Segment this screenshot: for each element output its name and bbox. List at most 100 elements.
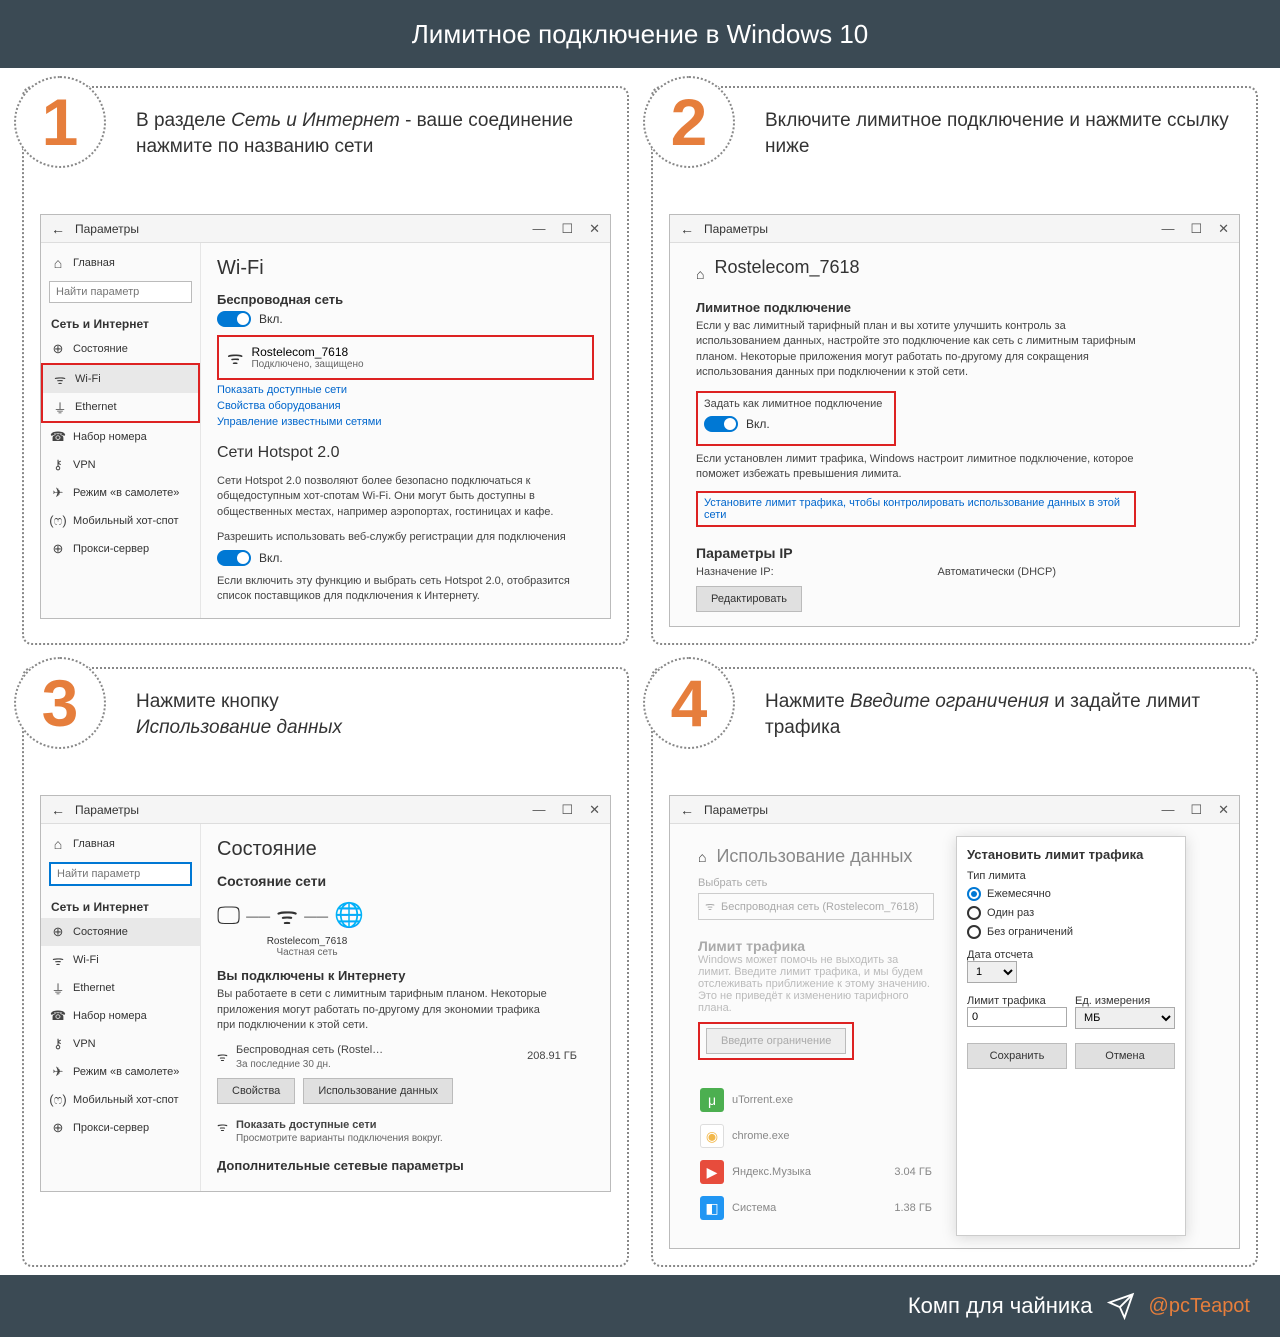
sidebar-item-status[interactable]: ⊕Состояние xyxy=(41,335,200,363)
app-icon: ▶ xyxy=(700,1160,724,1184)
enter-limit-button[interactable]: Введите ограничение xyxy=(706,1028,846,1054)
hotspot-toggle[interactable]: Вкл. xyxy=(217,550,594,566)
radio-icon xyxy=(967,906,981,920)
settings-sidebar: Главная Сеть и Интернет ⊕Состояние ᯤWi-F… xyxy=(41,243,201,618)
back-icon[interactable]: ← xyxy=(680,221,694,237)
sidebar-item-proxy[interactable]: ⊕Прокси-сервер xyxy=(41,1114,200,1142)
sidebar-search[interactable] xyxy=(49,281,192,303)
maximize-button[interactable]: ☐ xyxy=(561,802,573,818)
wifi-network-entry[interactable]: ᯤ Rostelecom_7618 Подключено, защищено xyxy=(225,341,586,374)
metered-toggle[interactable]: Вкл. xyxy=(704,416,888,432)
page-heading: Состояние xyxy=(217,838,594,861)
app-icon: μ xyxy=(700,1088,724,1112)
link-set-data-limit[interactable]: Установите лимит трафика, чтобы контроли… xyxy=(704,497,1128,521)
minimize-button[interactable]: — xyxy=(1161,802,1174,818)
search-input[interactable] xyxy=(49,862,192,886)
unit-select[interactable]: МБ xyxy=(1075,1007,1175,1029)
search-input[interactable] xyxy=(49,281,192,303)
step-1-desc: В разделе Сеть и Интернет - ваше соедине… xyxy=(136,108,611,184)
highlight-metered-toggle: Задать как лимитное подключение Вкл. xyxy=(696,391,896,446)
minimize-button[interactable]: — xyxy=(532,221,545,237)
cancel-button[interactable]: Отмена xyxy=(1075,1043,1175,1069)
dialup-icon: ☎ xyxy=(51,430,65,444)
link-manage-networks[interactable]: Управление известными сетями xyxy=(217,416,594,428)
back-icon[interactable]: ← xyxy=(680,802,694,818)
sidebar-item-wifi[interactable]: ᯤWi-Fi xyxy=(43,365,198,393)
maximize-button[interactable]: ☐ xyxy=(1190,802,1202,818)
sidebar-item-vpn[interactable]: ⚷VPN xyxy=(41,451,200,479)
radio-monthly[interactable]: Ежемесячно xyxy=(967,887,1175,901)
vpn-icon: ⚷ xyxy=(51,1037,65,1051)
sidebar-item-dialup[interactable]: ☎Набор номера xyxy=(41,1002,200,1030)
wifi-toggle[interactable]: Вкл. xyxy=(217,311,594,327)
edit-button[interactable]: Редактировать xyxy=(696,586,802,612)
window-step3: ← Параметры — ☐ ✕ Главная xyxy=(40,795,611,1192)
set-limit-dialog: Установить лимит трафика Тип лимита Ежем… xyxy=(956,836,1186,1236)
content-status: Состояние Состояние сети 🖵 —— ᯤ —— 🌐 Ros… xyxy=(201,824,610,1191)
home-icon xyxy=(698,849,706,865)
sidebar-item-hotspot[interactable]: (ෆ)Мобильный хот-спот xyxy=(41,507,200,535)
maximize-button[interactable]: ☐ xyxy=(1190,221,1202,237)
titlebar: ← Параметры — ☐ ✕ xyxy=(670,215,1239,243)
data-usage-button[interactable]: Использование данных xyxy=(303,1078,453,1104)
app-icon: ◧ xyxy=(700,1196,724,1220)
close-button[interactable]: ✕ xyxy=(589,221,600,237)
radio-icon xyxy=(967,887,981,901)
sidebar-search[interactable] xyxy=(49,862,192,886)
maximize-button[interactable]: ☐ xyxy=(561,221,573,237)
titlebar: ← Параметры — ☐ ✕ xyxy=(670,796,1239,824)
sidebar-item-proxy[interactable]: ⊕Прокси-сервер xyxy=(41,535,200,563)
hotspot-icon: (ෆ) xyxy=(51,514,65,528)
step-3: 3 Нажмите кнопку Использование данных ← … xyxy=(22,667,629,1267)
wifi-icon: ᯤ xyxy=(53,372,67,386)
radio-unlimited[interactable]: Без ограничений xyxy=(967,925,1175,939)
app-row: ◧Система 1.38 ГБ xyxy=(698,1190,934,1226)
data-usage-panel: Использование данных Выбрать сеть ᯤ Бесп… xyxy=(686,836,946,1236)
content-metered: Rostelecom_7618 Лимитное подключение Есл… xyxy=(670,243,1239,626)
sidebar-item-vpn[interactable]: ⚷VPN xyxy=(41,1030,200,1058)
step-number-badge: 2 xyxy=(643,76,735,168)
limit-input[interactable] xyxy=(967,1007,1067,1027)
metered-desc: Если у вас лимитный тарифный план и вы х… xyxy=(696,319,1136,381)
back-icon[interactable]: ← xyxy=(51,802,65,818)
network-selector[interactable]: ᯤ Беспроводная сеть (Rostelecom_7618) xyxy=(698,893,934,920)
minimize-button[interactable]: — xyxy=(1161,221,1174,237)
minimize-button[interactable]: — xyxy=(532,802,545,818)
sidebar-item-ethernet[interactable]: ⏚Ethernet xyxy=(43,393,198,421)
sidebar-item-wifi[interactable]: ᯤWi-Fi xyxy=(41,946,200,974)
wifi-signal-icon: ᯤ xyxy=(227,346,243,370)
back-icon[interactable]: ← xyxy=(51,221,65,237)
close-button[interactable]: ✕ xyxy=(1218,221,1229,237)
link-show-networks[interactable]: Показать доступные сети xyxy=(236,1118,443,1133)
wifi-signal-icon: ᯤ xyxy=(217,1048,228,1065)
dialog-title: Установить лимит трафика xyxy=(967,847,1175,862)
radio-once[interactable]: Один раз xyxy=(967,906,1175,920)
ip-assign-value: Автоматически (DHCP) xyxy=(938,565,1056,580)
telegram-handle[interactable]: @pcTeapot xyxy=(1149,1295,1250,1318)
vpn-icon: ⚷ xyxy=(51,458,65,472)
properties-button[interactable]: Свойства xyxy=(217,1078,295,1104)
link-show-networks[interactable]: Показать доступные сети xyxy=(217,384,594,396)
save-button[interactable]: Сохранить xyxy=(967,1043,1067,1069)
close-button[interactable]: ✕ xyxy=(589,802,600,818)
sidebar-item-airplane[interactable]: ✈Режим «в самолете» xyxy=(41,1058,200,1086)
sidebar-item-dialup[interactable]: ☎Набор номера xyxy=(41,423,200,451)
sidebar-item-status[interactable]: ⊕Состояние xyxy=(41,918,200,946)
sidebar-home[interactable]: Главная xyxy=(41,249,200,277)
ethernet-icon: ⏚ xyxy=(51,981,65,995)
sidebar-home[interactable]: Главная xyxy=(41,830,200,858)
step-number-badge: 3 xyxy=(14,657,106,749)
connected-heading: Вы подключены к Интернету xyxy=(217,968,594,983)
link-hw-properties[interactable]: Свойства оборудования xyxy=(217,400,594,412)
sidebar-item-airplane[interactable]: ✈Режим «в самолете» xyxy=(41,479,200,507)
hotspot-icon: (ෆ) xyxy=(51,1093,65,1107)
close-button[interactable]: ✕ xyxy=(1218,802,1229,818)
date-select[interactable]: 1 xyxy=(967,961,1017,983)
sidebar-item-hotspot[interactable]: (ෆ)Мобильный хот-спот xyxy=(41,1086,200,1114)
app-row: ◉chrome.exe xyxy=(698,1118,934,1154)
wifi-icon: ᯤ xyxy=(51,953,65,967)
step-4: 4 Нажмите Введите ограничения и задайте … xyxy=(651,667,1258,1267)
step-number-badge: 4 xyxy=(643,657,735,749)
wifi-icon: ᯤ xyxy=(705,899,715,914)
sidebar-item-ethernet[interactable]: ⏚Ethernet xyxy=(41,974,200,1002)
